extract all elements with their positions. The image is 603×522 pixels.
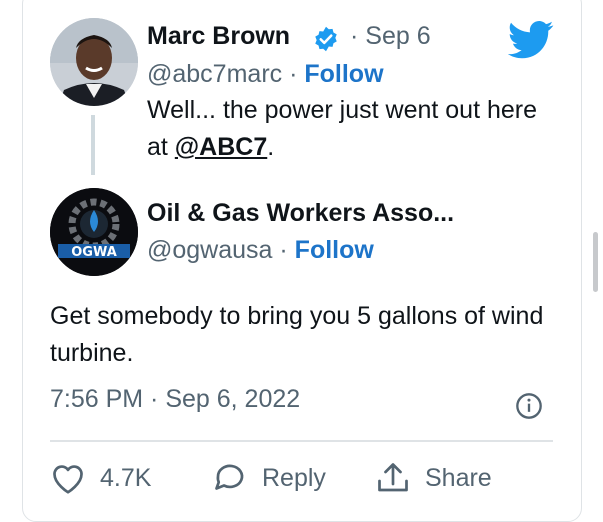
share-button[interactable]: Share [375, 458, 492, 498]
reply-button[interactable]: Reply [212, 458, 326, 498]
reply-text: Get somebody to bring you 5 gallons of w… [50, 302, 544, 367]
info-icon[interactable] [515, 392, 543, 420]
twitter-bird-icon[interactable] [508, 20, 554, 60]
speech-bubble-icon [215, 464, 244, 490]
tweet-text-end: . [267, 133, 275, 161]
reply-follow-button[interactable]: Follow [295, 236, 374, 264]
share-icon [378, 463, 408, 492]
ogwa-avatar[interactable]: OGWA [50, 188, 138, 276]
author-handle-row: @abc7marc · Follow [147, 60, 384, 88]
mention-link[interactable]: @ABC7 [175, 133, 267, 161]
divider [50, 440, 553, 442]
follow-button[interactable]: Follow [304, 60, 383, 88]
reply-label: Reply [262, 463, 326, 492]
reply-author-handle[interactable]: @ogwausa [147, 236, 272, 264]
ogwa-logo-text: OGWA [71, 245, 117, 260]
share-label: Share [425, 463, 492, 492]
reply-author-name[interactable]: Oil & Gas Workers Asso... [147, 199, 454, 228]
author-name[interactable]: Marc Brown [147, 22, 290, 51]
like-button[interactable]: 4.7K [50, 458, 151, 498]
heart-icon [53, 465, 83, 494]
marc-brown-avatar[interactable] [50, 18, 138, 106]
tweet-date[interactable]: · Sep 6 [350, 22, 431, 51]
author-handle[interactable]: @abc7marc [147, 60, 282, 88]
reply-timestamp[interactable]: 7:56 PM · Sep 6, 2022 [50, 385, 300, 414]
date-text: Sep 6 [365, 22, 431, 50]
thread-connector-line [91, 115, 95, 175]
like-count: 4.7K [100, 463, 152, 492]
tweet-text: Well... the power just went out here at … [147, 92, 547, 166]
reply-handle-row: @ogwausa · Follow [147, 236, 374, 264]
scrollbar[interactable] [593, 232, 598, 292]
verified-badge-icon [315, 26, 337, 52]
